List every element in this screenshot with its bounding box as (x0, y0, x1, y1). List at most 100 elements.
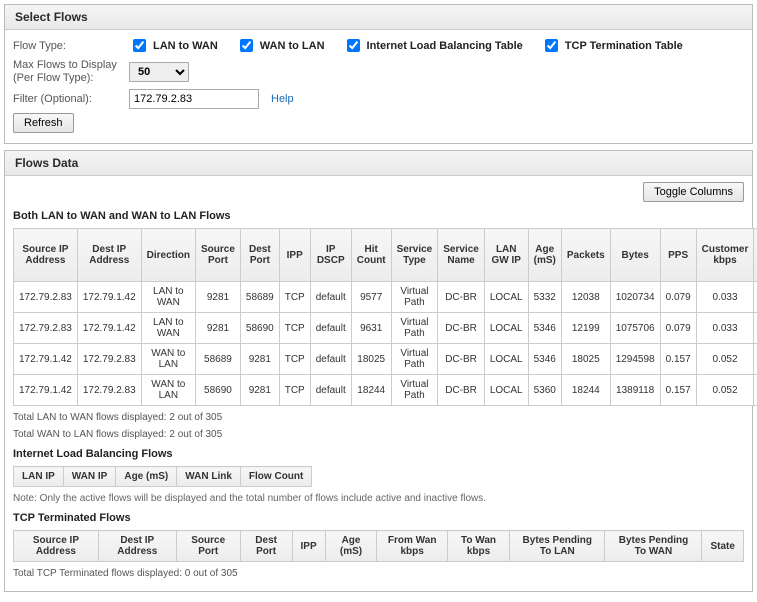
max-flows-select[interactable]: 50 (129, 62, 189, 82)
cell-ipp: TCP (279, 344, 310, 375)
ilb-hdr-age[interactable]: Age (mS) (116, 467, 177, 487)
hdr-age[interactable]: Age (mS) (528, 229, 561, 282)
cell-dscp: default (310, 313, 351, 344)
cell-dir: WAN to LAN (141, 344, 195, 375)
cell-ckbps: 0.033 (696, 313, 754, 344)
tcp-hdr-bp-lan[interactable]: Bytes Pending To LAN (510, 531, 605, 562)
cell-age: 5360 (528, 375, 561, 406)
cell-ckbps: 0.033 (696, 282, 754, 313)
cell-sname: DC-BR (438, 313, 485, 344)
tcp-hdr-dst-port[interactable]: Dest Port (240, 531, 292, 562)
cell-pkts: 12199 (561, 313, 610, 344)
hdr-dscp[interactable]: IP DSCP (310, 229, 351, 282)
cell-bytes: 1075706 (610, 313, 660, 344)
hdr-hit-count[interactable]: Hit Count (351, 229, 391, 282)
tcp-hdr-src-ip[interactable]: Source IP Address (14, 531, 99, 562)
ilb-hdr-wan-link[interactable]: WAN Link (177, 467, 241, 487)
cell-ckbps: 0.052 (696, 344, 754, 375)
chk-lan-to-wan[interactable]: LAN to WAN (129, 36, 218, 55)
hdr-src-ip[interactable]: Source IP Address (14, 229, 78, 282)
ilb-table: LAN IP WAN IP Age (mS) WAN Link Flow Cou… (13, 466, 312, 487)
cell-sport: 9281 (196, 282, 241, 313)
cell-sname: DC-BR (438, 282, 485, 313)
cell-dport: 9281 (240, 375, 279, 406)
cell-pps: 0.079 (660, 282, 696, 313)
flows-data-title: Flows Data (5, 151, 752, 176)
chk-ilb[interactable]: Internet Load Balancing Table (343, 36, 523, 55)
tcp-hdr-state[interactable]: State (702, 531, 744, 562)
chk-tcp-term[interactable]: TCP Termination Table (541, 36, 683, 55)
hdr-svc-name[interactable]: Service Name (438, 229, 485, 282)
cell-stype: Virtual Path (391, 313, 438, 344)
hdr-dst-ip[interactable]: Dest IP Address (77, 229, 141, 282)
tcp-table: Source IP Address Dest IP Address Source… (13, 530, 744, 562)
hdr-svc-type[interactable]: Service Type (391, 229, 438, 282)
cell-pkts: 18025 (561, 344, 610, 375)
hdr-src-port[interactable]: Source Port (196, 229, 241, 282)
hdr-dst-port[interactable]: Dest Port (240, 229, 279, 282)
chk-tcp-term-input[interactable] (545, 39, 558, 52)
cell-dst: 172.79.2.83 (77, 344, 141, 375)
cell-sport: 58690 (196, 375, 241, 406)
cell-bytes: 1389118 (610, 375, 660, 406)
cell-sname: DC-BR (438, 344, 485, 375)
flows-table: Source IP Address Dest IP Address Direct… (13, 228, 757, 406)
cell-bytes: 1294598 (610, 344, 660, 375)
tcp-hdr-dst-ip[interactable]: Dest IP Address (98, 531, 176, 562)
tcp-total: Total TCP Terminated flows displayed: 0 … (13, 568, 744, 579)
table-row: 172.79.1.42172.79.2.83WAN to LAN58689928… (14, 344, 757, 375)
filter-input[interactable] (129, 89, 259, 109)
cell-ckbps: 0.052 (696, 375, 754, 406)
ilb-hdr-lan-ip[interactable]: LAN IP (14, 467, 64, 487)
chk-wan-to-lan-input[interactable] (240, 39, 253, 52)
cell-dst: 172.79.1.42 (77, 313, 141, 344)
cell-stype: Virtual Path (391, 282, 438, 313)
tcp-hdr-age[interactable]: Age (mS) (325, 531, 377, 562)
refresh-button[interactable]: Refresh (13, 113, 74, 133)
toggle-columns-button[interactable]: Toggle Columns (643, 182, 744, 202)
both-flows-title: Both LAN to WAN and WAN to LAN Flows (13, 210, 744, 222)
hdr-bytes[interactable]: Bytes (610, 229, 660, 282)
cell-pkts: 18244 (561, 375, 610, 406)
cell-age: 5332 (528, 282, 561, 313)
tcp-hdr-from-wan[interactable]: From Wan kbps (377, 531, 448, 562)
tcp-hdr-src-port[interactable]: Source Port (176, 531, 240, 562)
chk-lan-to-wan-input[interactable] (133, 39, 146, 52)
hdr-pps[interactable]: PPS (660, 229, 696, 282)
hdr-direction[interactable]: Direction (141, 229, 195, 282)
tcp-hdr-bp-wan[interactable]: Bytes Pending To WAN (605, 531, 702, 562)
tcp-hdr-to-wan[interactable]: To Wan kbps (447, 531, 509, 562)
cell-dst: 172.79.2.83 (77, 375, 141, 406)
ilb-hdr-wan-ip[interactable]: WAN IP (63, 467, 116, 487)
cell-pps: 0.157 (660, 375, 696, 406)
hdr-packets[interactable]: Packets (561, 229, 610, 282)
cell-ipp: TCP (279, 313, 310, 344)
cell-dport: 58689 (240, 282, 279, 313)
cell-dscp: default (310, 282, 351, 313)
ilb-hdr-flow-count[interactable]: Flow Count (240, 467, 311, 487)
cell-dst: 172.79.1.42 (77, 282, 141, 313)
hdr-ipp[interactable]: IPP (279, 229, 310, 282)
hdr-lan-gw[interactable]: LAN GW IP (484, 229, 528, 282)
flow-type-label: Flow Type: (13, 40, 123, 52)
table-row: 172.79.2.83172.79.1.42LAN to WAN92815869… (14, 313, 757, 344)
flows-data-panel: Flows Data Toggle Columns Both LAN to WA… (4, 150, 753, 592)
cell-age: 5346 (528, 344, 561, 375)
cell-gw: LOCAL (484, 313, 528, 344)
cell-stype: Virtual Path (391, 375, 438, 406)
cell-hits: 18244 (351, 375, 391, 406)
cell-dir: LAN to WAN (141, 313, 195, 344)
cell-sport: 58689 (196, 344, 241, 375)
chk-ilb-input[interactable] (347, 39, 360, 52)
tcp-hdr-ipp[interactable]: IPP (292, 531, 325, 562)
cell-ipp: TCP (279, 282, 310, 313)
hdr-cust-kbps[interactable]: Customer kbps (696, 229, 754, 282)
help-link[interactable]: Help (271, 93, 294, 105)
cell-pkts: 12038 (561, 282, 610, 313)
chk-wan-to-lan[interactable]: WAN to LAN (236, 36, 325, 55)
cell-hits: 9577 (351, 282, 391, 313)
select-flows-panel: Select Flows Flow Type: LAN to WAN WAN t… (4, 4, 753, 144)
cell-stype: Virtual Path (391, 344, 438, 375)
cell-src: 172.79.2.83 (14, 313, 78, 344)
select-flows-title: Select Flows (5, 5, 752, 30)
